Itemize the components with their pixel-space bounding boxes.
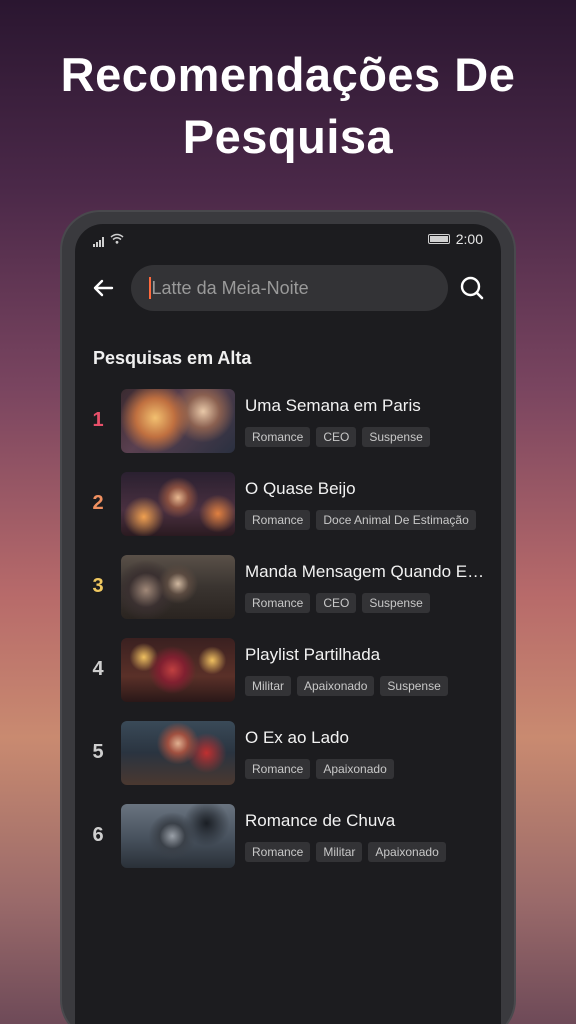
signal-icon [93,237,104,247]
search-input[interactable]: Latte da Meia-Noite [130,265,448,311]
tag-list: Romance Militar Apaixonado [245,842,485,862]
tag[interactable]: Romance [245,593,311,613]
headline: Recomendações De Pesquisa [0,44,576,168]
tag[interactable]: Romance [245,759,311,779]
search-icon [461,276,484,300]
poster-thumbnail[interactable] [121,472,235,536]
poster-thumbnail[interactable] [121,389,235,453]
text-caret [148,277,151,299]
tag-list: Romance CEO Suspense [245,593,485,613]
list-item[interactable]: 1 Uma Semana em Paris Romance CEO Suspen… [75,389,501,472]
tag-list: Romance CEO Suspense [245,427,485,447]
item-title: O Ex ao Lado [245,728,349,747]
arrow-left-icon [93,279,113,297]
tag[interactable]: Romance [245,510,311,530]
list-item[interactable]: 6 Romance de Chuva Romance Militar Apaix… [75,804,501,887]
list-item[interactable]: 5 O Ex ao Lado Romance Apaixonado [75,721,501,804]
tag[interactable]: CEO [316,593,357,613]
poster-thumbnail[interactable] [121,721,235,785]
status-right: 2:00 [427,231,483,247]
list-item[interactable]: 3 Manda Mensagem Quando Es… Romance CEO … [75,555,501,638]
tag[interactable]: Militar [316,842,363,862]
status-left [93,231,124,247]
section-title: Pesquisas em Alta [93,348,252,368]
wifi-icon [110,231,124,247]
rank-number: 2 [92,492,104,514]
back-button[interactable] [89,274,117,302]
search-input-value: Latte da Meia-Noite [151,277,309,298]
tag[interactable]: CEO [316,427,357,447]
tag[interactable]: Apaixonado [297,676,375,696]
poster-thumbnail[interactable] [121,804,235,868]
tag[interactable]: Militar [245,676,291,696]
status-time: 2:00 [455,231,483,247]
phone-screen: 2:00 Latte da Meia-Noite Pesquisas em Al… [75,224,501,1024]
tag-list: Romance Apaixonado [245,759,485,779]
search-button[interactable] [458,273,488,303]
rank-number: 3 [92,575,104,597]
tag[interactable]: Romance [245,427,311,447]
search-row: Latte da Meia-Noite [75,256,501,320]
item-title: Romance de Chuva [245,811,396,830]
rank-number: 1 [92,409,104,431]
tag-list: Militar Apaixonado Suspense [245,676,485,696]
rank-number: 4 [92,658,104,680]
tag[interactable]: Suspense [380,676,448,696]
item-title: O Quase Beijo [245,479,356,498]
tag[interactable]: Apaixonado [316,759,394,779]
rank-number: 6 [92,824,104,846]
tag[interactable]: Romance [245,842,311,862]
list-item[interactable]: 4 Playlist Partilhada Militar Apaixonado… [75,638,501,721]
tag[interactable]: Apaixonado [368,842,446,862]
headline-line-2: Pesquisa [182,110,394,163]
headline-line-1: Recomendações De [60,48,516,101]
tag-list: Romance Doce Animal De Estimação [245,510,485,530]
poster-thumbnail[interactable] [121,555,235,619]
tag[interactable]: Suspense [362,593,430,613]
tag[interactable]: Doce Animal De Estimação [316,510,476,530]
battery-icon [427,234,450,244]
list-item[interactable]: 2 O Quase Beijo Romance Doce Animal De E… [75,472,501,555]
item-title: Uma Semana em Paris [245,396,421,415]
tag[interactable]: Suspense [362,427,430,447]
item-title: Manda Mensagem Quando Es… [245,562,485,581]
poster-thumbnail[interactable] [121,638,235,702]
item-title: Playlist Partilhada [245,645,381,664]
status-bar: 2:00 [75,224,501,254]
trending-list: 1 Uma Semana em Paris Romance CEO Suspen… [75,389,501,887]
rank-number: 5 [92,741,104,763]
